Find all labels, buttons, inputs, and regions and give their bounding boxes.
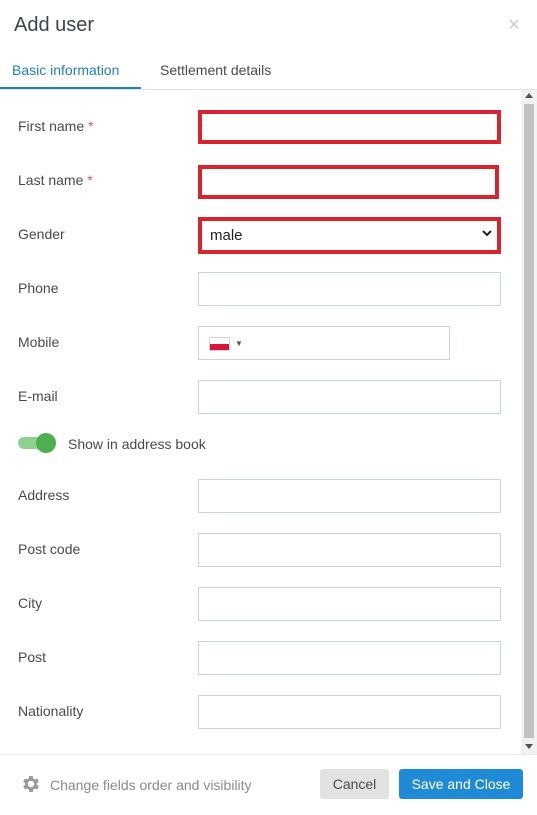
poland-flag-icon[interactable]: [209, 337, 230, 351]
save-and-close-button[interactable]: Save and Close: [399, 769, 523, 799]
post-label: Post: [18, 649, 47, 665]
address-input[interactable]: [198, 479, 501, 513]
scroll-up-arrow-icon[interactable]: [525, 93, 533, 98]
nationality-input[interactable]: [198, 695, 501, 729]
address-label: Address: [18, 487, 70, 503]
last-name-label: Last name *: [18, 172, 93, 188]
first-name-input[interactable]: [198, 110, 501, 144]
post-code-input[interactable]: [198, 533, 501, 567]
required-marker: *: [87, 172, 93, 188]
gender-label: Gender: [18, 226, 65, 242]
scroll-down-arrow-icon[interactable]: [525, 744, 533, 749]
gender-selected-value: male: [210, 227, 243, 244]
first-name-label: First name *: [18, 118, 94, 134]
user-form: First name * Last name * Gender male Phone…: [0, 90, 521, 754]
close-icon[interactable]: ×: [505, 15, 523, 35]
toggle-knob: [36, 433, 56, 453]
email-label: E-mail: [18, 388, 58, 404]
post-code-label: Post code: [18, 541, 81, 557]
mobile-input[interactable]: ▼: [198, 326, 450, 360]
city-label: City: [18, 595, 43, 611]
required-marker: *: [88, 118, 94, 134]
last-name-input[interactable]: [198, 165, 499, 199]
tab-basic-information[interactable]: Basic information: [12, 62, 119, 78]
chevron-down-icon: [482, 230, 492, 237]
cancel-button[interactable]: Cancel: [320, 769, 389, 799]
dialog-header: Add user ×: [0, 0, 537, 52]
city-input[interactable]: [198, 587, 501, 621]
phone-input[interactable]: [198, 272, 501, 306]
caret-down-icon[interactable]: ▼: [235, 339, 243, 348]
email-input[interactable]: [198, 380, 501, 414]
change-fields-order-link[interactable]: Change fields order and visibility: [50, 777, 252, 793]
tab-settlement-details[interactable]: Settlement details: [160, 62, 271, 78]
address-book-toggle-label: Show in address book: [68, 436, 206, 452]
phone-label: Phone: [18, 280, 59, 296]
form-scrollbar[interactable]: [521, 90, 537, 754]
address-book-toggle[interactable]: [18, 433, 56, 453]
active-tab-indicator: [0, 87, 141, 89]
mobile-label: Mobile: [18, 334, 60, 350]
scroll-thumb[interactable]: [524, 104, 534, 738]
gender-select[interactable]: male: [198, 217, 501, 254]
dialog-title: Add user: [14, 14, 95, 36]
nationality-label: Nationality: [18, 703, 84, 719]
post-input[interactable]: [198, 641, 501, 675]
tab-bar: Basic information Settlement details: [0, 52, 537, 90]
gear-icon[interactable]: [20, 773, 42, 795]
dialog-footer: Change fields order and visibility Cance…: [0, 754, 537, 815]
